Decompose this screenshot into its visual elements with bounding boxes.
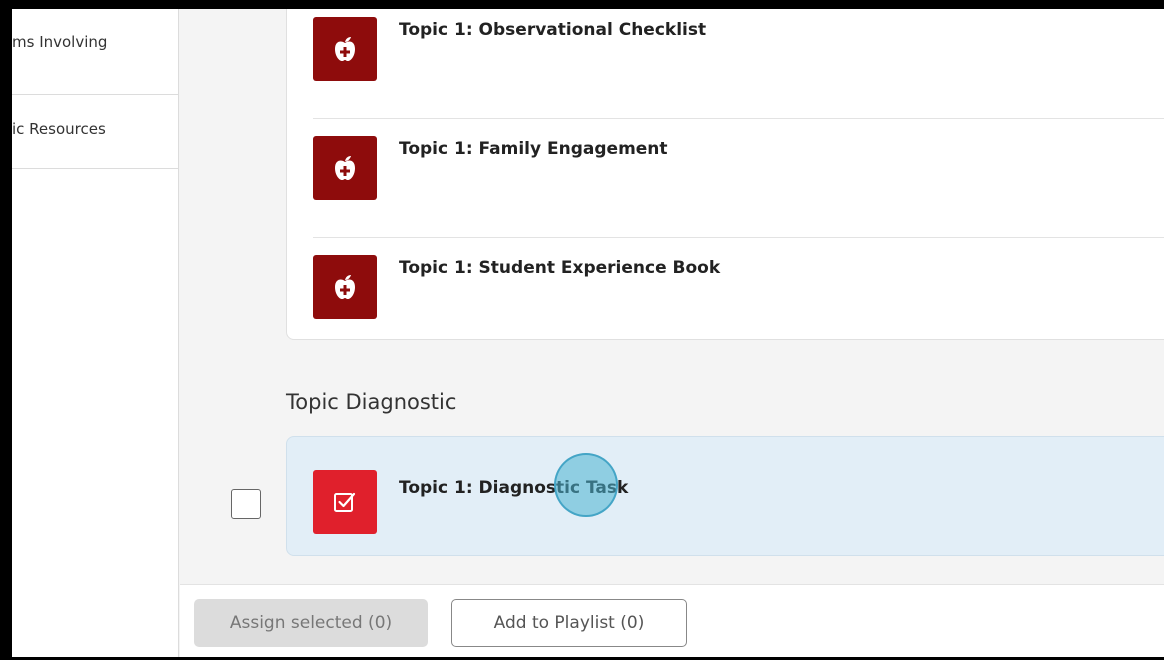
checkbox-check-icon — [313, 470, 377, 534]
assign-selected-button[interactable]: Assign selected (0) — [194, 599, 428, 647]
resource-row[interactable]: Topic 1: Observational Checklist — [313, 9, 1164, 119]
sidebar-item-label: ms Involving — [12, 33, 108, 51]
main-content: Topic 1: Observational Checklist Topic 1… — [180, 9, 1164, 584]
sidebar-item-label: ic Resources — [12, 120, 106, 138]
apple-plus-icon — [313, 136, 377, 200]
resource-row[interactable]: Topic 1: Student Experience Book — [313, 238, 1164, 357]
sidebar-item-resources[interactable]: ic Resources — [12, 95, 178, 169]
resource-title[interactable]: Topic 1: Family Engagement — [399, 139, 668, 159]
add-to-playlist-button[interactable]: Add to Playlist (0) — [451, 599, 687, 647]
apple-plus-icon — [313, 17, 377, 81]
sidebar-item-problems-involving[interactable]: ms Involving — [12, 9, 178, 95]
resource-title[interactable]: Topic 1: Student Experience Book — [399, 258, 720, 278]
diagnostic-title[interactable]: Topic 1: Diagnostic Task — [399, 478, 628, 498]
diagnostic-card[interactable]: Topic 1: Diagnostic Task — [286, 436, 1164, 556]
apple-plus-icon — [313, 255, 377, 319]
resource-row[interactable]: Topic 1: Family Engagement — [313, 119, 1164, 238]
app-frame: ms Involving ic Resources Topic 1: Obser… — [12, 9, 1164, 657]
select-checkbox[interactable] — [231, 489, 261, 519]
section-heading: Topic Diagnostic — [286, 390, 457, 414]
resource-title[interactable]: Topic 1: Observational Checklist — [399, 20, 706, 40]
action-bar: Assign selected (0) Add to Playlist (0) — [180, 584, 1164, 657]
sidebar: ms Involving ic Resources — [12, 9, 179, 657]
resource-card: Topic 1: Observational Checklist Topic 1… — [286, 9, 1164, 340]
